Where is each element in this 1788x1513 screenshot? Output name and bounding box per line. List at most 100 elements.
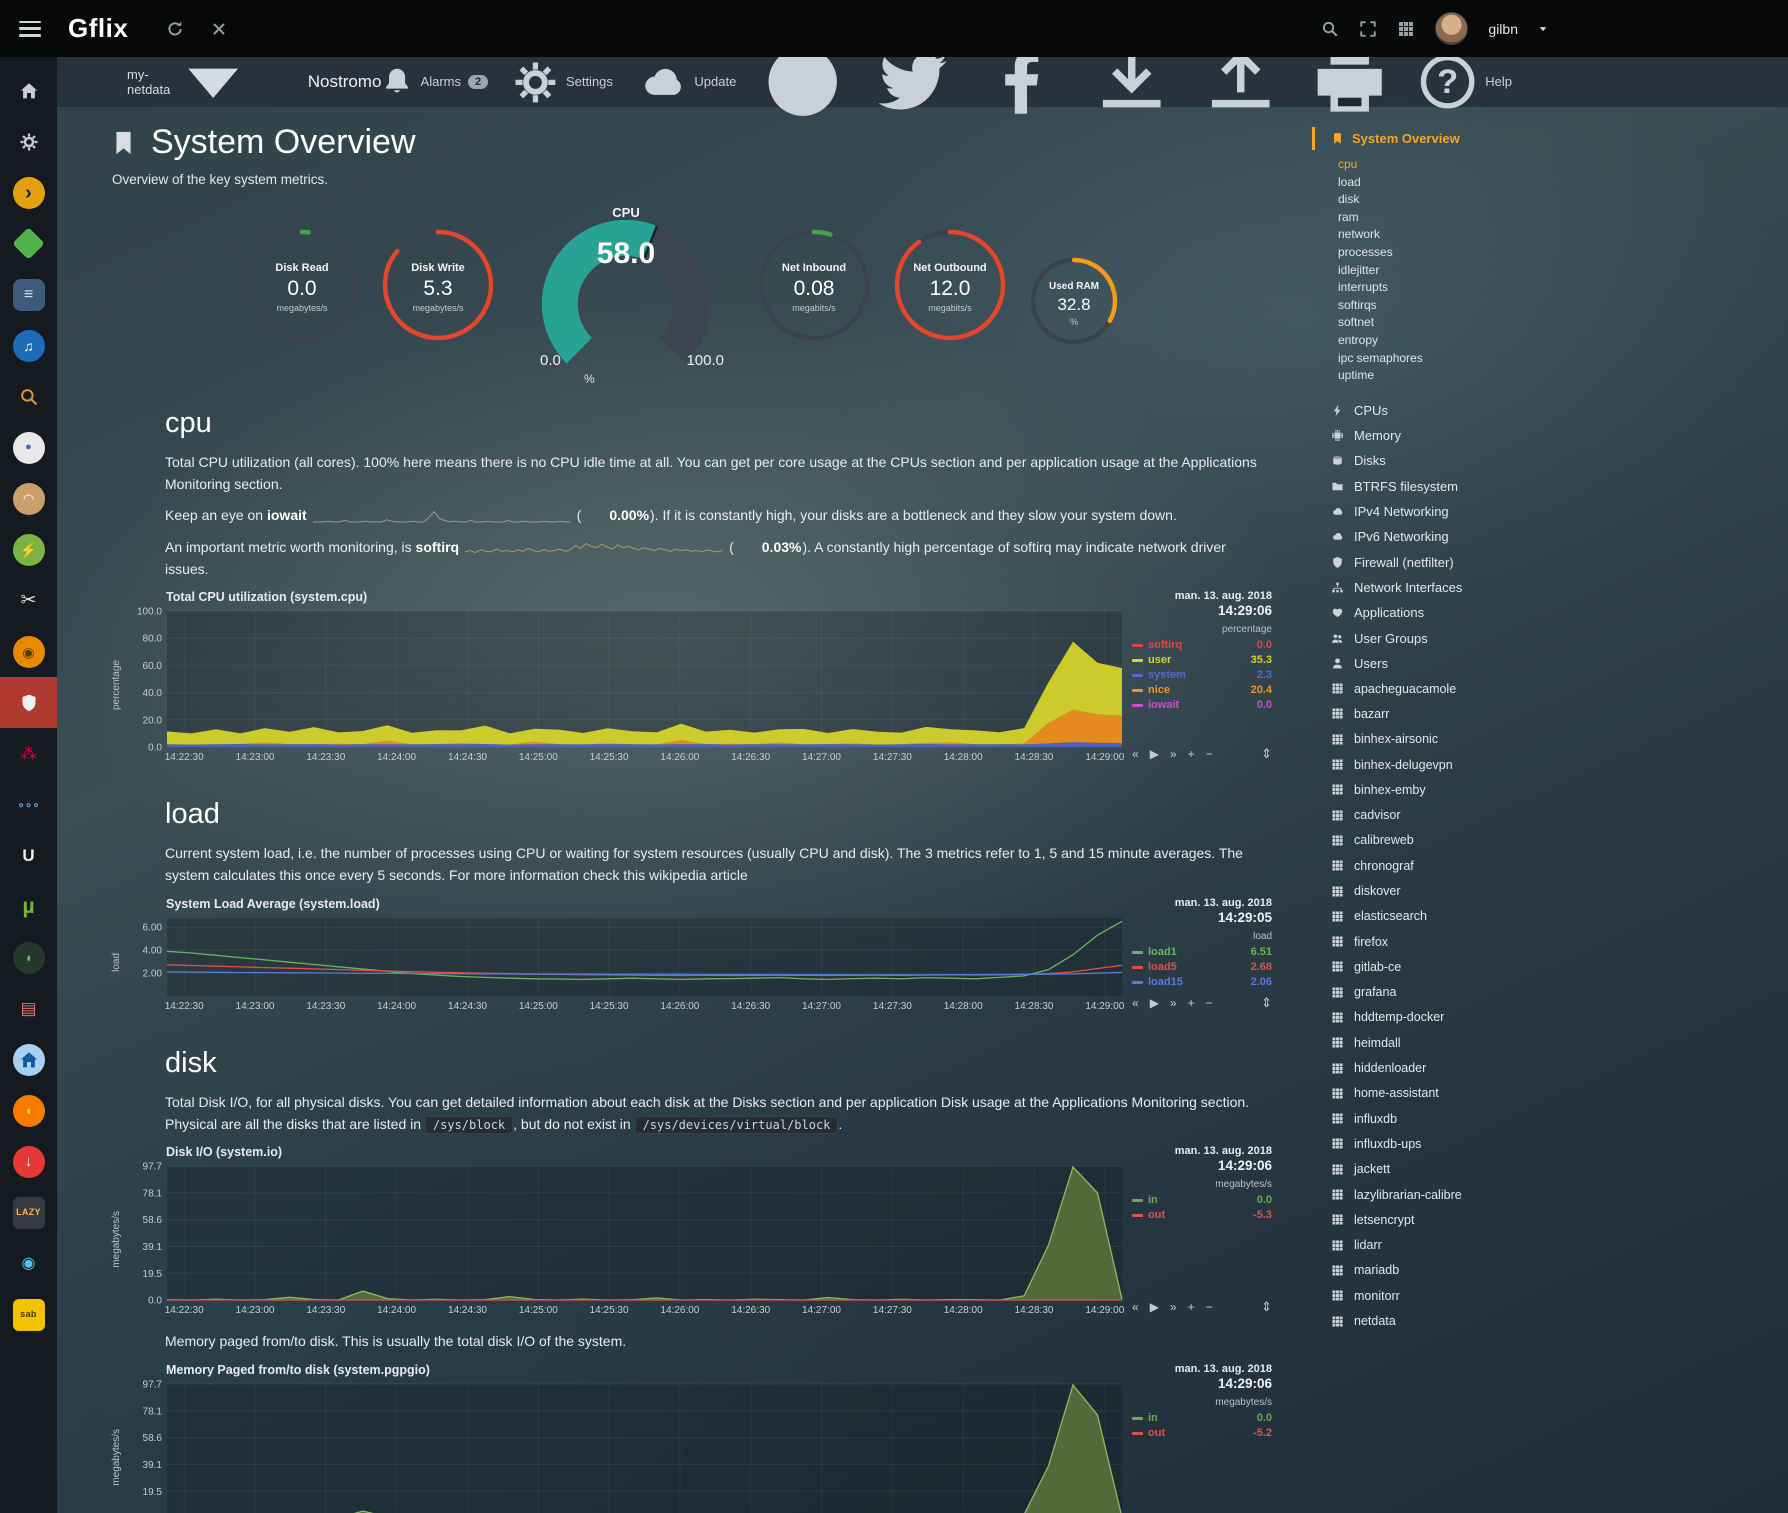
menu-app-gitlab-ce[interactable]: gitlab-ce bbox=[1312, 954, 1552, 979]
gauge-disk-read[interactable]: Disk Read0.0megabytes/s bbox=[244, 227, 360, 348]
sidebar-app-settings-icon[interactable] bbox=[0, 116, 57, 167]
legend-row-nice[interactable]: nice20.4 bbox=[1132, 683, 1272, 698]
sidebar-app-raspberry-pi-icon[interactable]: ⁂ bbox=[0, 728, 57, 779]
sidebar-app-tautulli-icon[interactable]: ◉ bbox=[0, 626, 57, 677]
menu-app-binhex-emby[interactable]: binhex-emby bbox=[1312, 777, 1552, 802]
legend-row-load1[interactable]: load16.51 bbox=[1132, 945, 1272, 960]
menu-item-softirqs[interactable]: softirqs bbox=[1312, 297, 1552, 315]
sidebar-app-jackett-icon[interactable] bbox=[0, 371, 57, 422]
menu-app-netdata[interactable]: netdata bbox=[1312, 1308, 1552, 1333]
menu-app-mariadb[interactable]: mariadb bbox=[1312, 1258, 1552, 1283]
pan-forwards-button[interactable]: » bbox=[1170, 747, 1177, 761]
sidebar-app-duplicati-icon[interactable]: ▤ bbox=[0, 983, 57, 1034]
menu-section-ipv4-networking[interactable]: IPv4 Networking bbox=[1312, 499, 1552, 524]
legend-row-iowait[interactable]: iowait0.0 bbox=[1132, 698, 1272, 713]
legend-row-load5[interactable]: load52.68 bbox=[1132, 960, 1272, 975]
menu-item-interrupts[interactable]: interrupts bbox=[1312, 279, 1552, 297]
zoom-in-button[interactable]: + bbox=[1188, 996, 1195, 1010]
menu-section-memory[interactable]: Memory bbox=[1312, 423, 1552, 448]
menu-app-lidarr[interactable]: lidarr bbox=[1312, 1233, 1552, 1258]
menu-item-softnet[interactable]: softnet bbox=[1312, 314, 1552, 332]
menu-app-elasticsearch[interactable]: elasticsearch bbox=[1312, 904, 1552, 929]
chart-plot-area[interactable]: 14:22:3014:23:0014:23:3014:24:0014:24:30… bbox=[123, 1161, 1128, 1317]
sidebar-app-netdata-icon[interactable] bbox=[0, 677, 57, 728]
gauge-cpu[interactable]: CPU58.00.0100.0% bbox=[526, 205, 726, 373]
resize-handle[interactable]: ⇕ bbox=[1261, 746, 1272, 762]
sidebar-app-influxdb-app-icon[interactable]: ◉ bbox=[0, 1238, 57, 1289]
menu-app-hddtemp-docker[interactable]: hddtemp-docker bbox=[1312, 1005, 1552, 1030]
legend-row-system[interactable]: system2.3 bbox=[1132, 668, 1272, 683]
alarms-button[interactable]: Alarms 2 bbox=[381, 66, 488, 98]
menu-app-monitorr[interactable]: monitorr bbox=[1312, 1283, 1552, 1308]
menu-app-heimdall[interactable]: heimdall bbox=[1312, 1030, 1552, 1055]
sidebar-app-ombi-icon[interactable]: ◠ bbox=[0, 473, 57, 524]
user-avatar[interactable] bbox=[1435, 12, 1468, 45]
sidebar-app-home-assistant-icon[interactable] bbox=[0, 1034, 57, 1085]
menu-app-bazarr[interactable]: bazarr bbox=[1312, 701, 1552, 726]
chart-plot-area[interactable]: 14:22:3014:23:0014:23:3014:24:0014:24:30… bbox=[123, 1379, 1128, 1513]
legend-row-load15[interactable]: load152.06 bbox=[1132, 975, 1272, 990]
sidebar-app-sabnzbd-icon[interactable]: sab bbox=[0, 1289, 57, 1340]
menu-app-hiddenloader[interactable]: hiddenloader bbox=[1312, 1055, 1552, 1080]
menu-app-letsencrypt[interactable]: letsencrypt bbox=[1312, 1207, 1552, 1232]
legend-row-softirq[interactable]: softirq0.0 bbox=[1132, 638, 1272, 653]
sidebar-app-firefox-icon[interactable]: ◖ bbox=[0, 1085, 57, 1136]
close-tab-icon[interactable] bbox=[210, 20, 228, 38]
menu-app-home-assistant[interactable]: home-assistant bbox=[1312, 1081, 1552, 1106]
menu-section-network-interfaces[interactable]: Network Interfaces bbox=[1312, 575, 1552, 600]
menu-item-network[interactable]: network bbox=[1312, 226, 1552, 244]
gauge-net-outbound[interactable]: Net Outbound12.0megabits/s bbox=[892, 227, 1008, 348]
legend-row-out[interactable]: out-5.2 bbox=[1132, 1426, 1272, 1441]
sidebar-app-kitana-icon[interactable]: ● bbox=[0, 422, 57, 473]
chart-plot-area[interactable]: 14:22:3014:23:0014:23:3014:24:0014:24:30… bbox=[123, 913, 1128, 1013]
menu-app-diskover[interactable]: diskover bbox=[1312, 878, 1552, 903]
chart-plot-area[interactable]: 14:22:3014:23:0014:23:3014:24:0014:24:30… bbox=[123, 606, 1128, 764]
menu-item-ipc-semaphores[interactable]: ipc semaphores bbox=[1312, 350, 1552, 368]
menu-app-influxdb-ups[interactable]: influxdb-ups bbox=[1312, 1131, 1552, 1156]
sidebar-app-nextcloud-icon[interactable]: ∘∘∘ bbox=[0, 779, 57, 830]
menu-section-disks[interactable]: Disks bbox=[1312, 448, 1552, 473]
menu-section-applications[interactable]: Applications bbox=[1312, 600, 1552, 625]
help-button[interactable]: ? Help bbox=[1417, 57, 1512, 113]
chevron-down-icon[interactable] bbox=[1538, 24, 1548, 34]
sidebar-app-airsonic-icon[interactable]: ♫ bbox=[0, 320, 57, 371]
play-button[interactable]: ▶ bbox=[1150, 747, 1159, 761]
menu-section-users[interactable]: Users bbox=[1312, 651, 1552, 676]
menu-system-overview[interactable]: System Overview bbox=[1312, 127, 1552, 150]
menu-item-cpu[interactable]: cpu bbox=[1312, 156, 1552, 174]
pan-backwards-button[interactable]: « bbox=[1132, 996, 1139, 1010]
sidebar-app-plex-icon[interactable]: › bbox=[0, 167, 57, 218]
pan-forwards-button[interactable]: » bbox=[1170, 996, 1177, 1010]
menu-section-cpus[interactable]: CPUs bbox=[1312, 398, 1552, 423]
menu-item-uptime[interactable]: uptime bbox=[1312, 367, 1552, 385]
zoom-out-button[interactable]: − bbox=[1206, 747, 1213, 761]
resize-handle[interactable]: ⇕ bbox=[1261, 1299, 1272, 1315]
sidebar-app-utorrent-icon[interactable]: µ bbox=[0, 881, 57, 932]
menu-item-disk[interactable]: disk bbox=[1312, 191, 1552, 209]
menu-app-binhex-delugevpn[interactable]: binhex-delugevpn bbox=[1312, 752, 1552, 777]
menu-icon[interactable] bbox=[19, 21, 41, 37]
menu-app-grafana[interactable]: grafana bbox=[1312, 980, 1552, 1005]
fullscreen-icon[interactable] bbox=[1359, 20, 1377, 38]
gauge-disk-write[interactable]: Disk Write5.3megabytes/s bbox=[380, 227, 496, 348]
menu-section-btrfs-filesystem[interactable]: BTRFS filesystem bbox=[1312, 474, 1552, 499]
menu-app-jackett[interactable]: jackett bbox=[1312, 1157, 1552, 1182]
menu-section-ipv6-networking[interactable]: IPv6 Networking bbox=[1312, 524, 1552, 549]
menu-item-processes[interactable]: processes bbox=[1312, 244, 1552, 262]
username[interactable]: gilbn bbox=[1488, 21, 1518, 37]
zoom-out-button[interactable]: − bbox=[1206, 1300, 1213, 1314]
zoom-out-button[interactable]: − bbox=[1206, 996, 1213, 1010]
legend-row-user[interactable]: user35.3 bbox=[1132, 653, 1272, 668]
sidebar-app-drone-ci-icon[interactable]: ⚡ bbox=[0, 524, 57, 575]
zoom-in-button[interactable]: + bbox=[1188, 747, 1195, 761]
menu-app-lazylibrarian-calibre[interactable]: lazylibrarian-calibre bbox=[1312, 1182, 1552, 1207]
gauge-net-inbound[interactable]: Net Inbound0.08megabits/s bbox=[756, 227, 872, 348]
pan-backwards-button[interactable]: « bbox=[1132, 1300, 1139, 1314]
pan-forwards-button[interactable]: » bbox=[1170, 1300, 1177, 1314]
menu-app-chronograf[interactable]: chronograf bbox=[1312, 853, 1552, 878]
pan-backwards-button[interactable]: « bbox=[1132, 747, 1139, 761]
menu-app-firefox[interactable]: firefox bbox=[1312, 929, 1552, 954]
gauge-used-ram[interactable]: Used RAM32.8% bbox=[1028, 255, 1120, 352]
menu-app-cadvisor[interactable]: cadvisor bbox=[1312, 802, 1552, 827]
menu-item-entropy[interactable]: entropy bbox=[1312, 332, 1552, 350]
